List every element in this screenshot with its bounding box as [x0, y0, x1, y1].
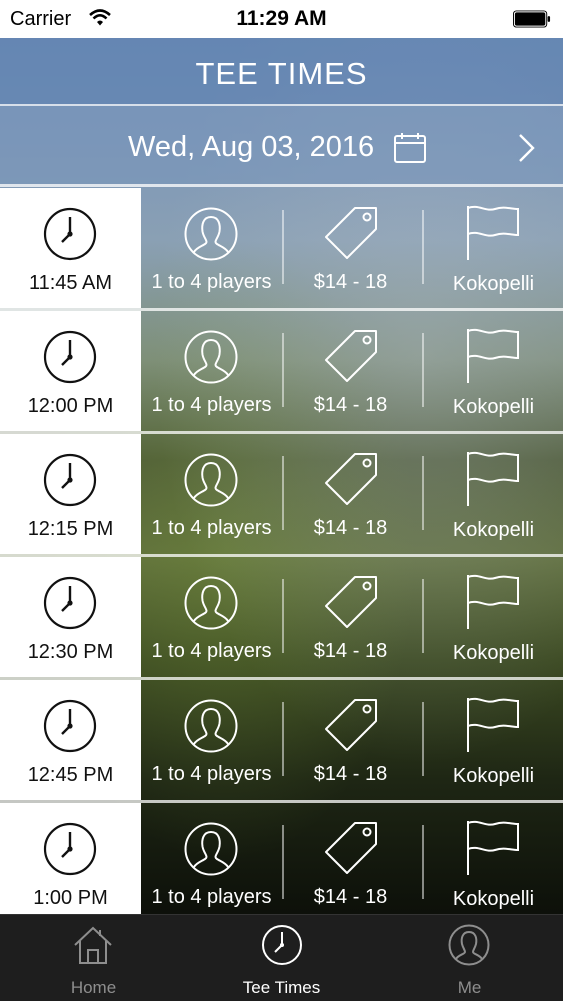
- tee-time-row[interactable]: 11:45 AM 1 to 4 players $14 - 18 Kokopelli: [0, 188, 563, 308]
- price-cell[interactable]: $14 - 18: [284, 434, 417, 554]
- course-label: Kokopelli: [452, 396, 535, 418]
- nav-header: TEE TIMES: [0, 38, 563, 104]
- price-label: $14 - 18: [313, 886, 388, 908]
- players-label: 1 to 4 players: [151, 886, 272, 908]
- players-cell[interactable]: 1 to 4 players: [141, 680, 282, 800]
- course-cell[interactable]: Kokopelli: [424, 680, 563, 800]
- tab-tee-times[interactable]: Tee Times: [188, 915, 375, 1001]
- course-label: Kokopelli: [452, 888, 535, 910]
- user-icon: [184, 207, 238, 261]
- clock-icon: [43, 576, 97, 630]
- tab-tee-times-label: Tee Times: [242, 978, 321, 997]
- tee-time-row[interactable]: 12:15 PM 1 to 4 players $14 - 18 Kokopelli: [0, 434, 563, 554]
- price-tag-icon: [325, 699, 377, 751]
- price-label: $14 - 18: [313, 394, 388, 416]
- date-selector[interactable]: Wed, Aug 03, 2016: [0, 106, 563, 184]
- user-icon: [184, 453, 238, 507]
- players-label: 1 to 4 players: [151, 763, 272, 785]
- tee-time-label: 12:45 PM: [27, 764, 114, 786]
- clock-icon: [43, 822, 97, 876]
- price-tag-icon: [325, 330, 377, 382]
- players-label: 1 to 4 players: [151, 640, 272, 662]
- user-icon: [184, 330, 238, 384]
- price-label: $14 - 18: [313, 763, 388, 785]
- clock-icon: [43, 453, 97, 507]
- home-icon: [74, 926, 112, 964]
- clock-icon: [43, 699, 97, 753]
- course-cell[interactable]: Kokopelli: [424, 557, 563, 677]
- tee-time-row[interactable]: 12:30 PM 1 to 4 players $14 - 18 Kokopelli: [0, 557, 563, 677]
- tab-home-label: Home: [70, 978, 117, 997]
- price-tag-icon: [325, 576, 377, 628]
- date-divider: [0, 184, 563, 187]
- price-tag-icon: [325, 822, 377, 874]
- tee-time-label: 1:00 PM: [33, 887, 108, 909]
- price-cell[interactable]: $14 - 18: [284, 311, 417, 431]
- players-cell[interactable]: 1 to 4 players: [141, 188, 282, 308]
- tee-time-label: 12:00 PM: [27, 395, 114, 417]
- user-icon: [184, 822, 238, 876]
- tab-home[interactable]: Home: [0, 915, 187, 1001]
- players-label: 1 to 4 players: [151, 271, 272, 293]
- tee-time-row[interactable]: 12:00 PM 1 to 4 players $14 - 18 Kokopelli: [0, 311, 563, 431]
- flag-icon: [467, 574, 519, 629]
- tab-me[interactable]: Me: [376, 915, 563, 1001]
- course-cell[interactable]: Kokopelli: [424, 434, 563, 554]
- course-label: Kokopelli: [452, 519, 535, 541]
- course-cell[interactable]: Kokopelli: [424, 311, 563, 431]
- page-title: TEE TIMES: [195, 56, 368, 91]
- course-cell[interactable]: Kokopelli: [424, 803, 563, 923]
- time-cell[interactable]: 12:00 PM: [0, 311, 141, 431]
- clock-icon: [43, 330, 97, 384]
- players-cell[interactable]: 1 to 4 players: [141, 557, 282, 677]
- tee-time-label: 12:15 PM: [27, 518, 114, 540]
- price-cell[interactable]: $14 - 18: [284, 188, 417, 308]
- price-cell[interactable]: $14 - 18: [284, 557, 417, 677]
- clock-icon: [43, 207, 97, 261]
- tab-bar: Home Tee Times Me: [0, 914, 563, 1001]
- tee-time-label: 11:45 AM: [28, 272, 113, 294]
- players-label: 1 to 4 players: [151, 517, 272, 539]
- price-label: $14 - 18: [313, 517, 388, 539]
- price-tag-icon: [325, 453, 377, 505]
- players-label: 1 to 4 players: [151, 394, 272, 416]
- course-label: Kokopelli: [452, 642, 535, 664]
- flag-icon: [467, 697, 519, 752]
- time-cell[interactable]: 12:45 PM: [0, 680, 141, 800]
- players-cell[interactable]: 1 to 4 players: [141, 311, 282, 431]
- tee-time-label: 12:30 PM: [27, 641, 114, 663]
- user-icon: [184, 699, 238, 753]
- price-label: $14 - 18: [313, 640, 388, 662]
- flag-icon: [467, 451, 519, 506]
- selected-date[interactable]: Wed, Aug 03, 2016: [128, 131, 374, 164]
- price-cell[interactable]: $14 - 18: [284, 680, 417, 800]
- flag-icon: [467, 820, 519, 875]
- tee-time-row[interactable]: 1:00 PM 1 to 4 players $14 - 18 Kokopelli: [0, 803, 563, 923]
- time-cell[interactable]: 11:45 AM: [0, 188, 141, 308]
- user-icon: [184, 576, 238, 630]
- chevron-right-icon[interactable]: [516, 132, 538, 164]
- calendar-icon[interactable]: [393, 132, 427, 164]
- players-cell[interactable]: 1 to 4 players: [141, 803, 282, 923]
- course-cell[interactable]: Kokopelli: [424, 188, 563, 308]
- tab-me-label: Me: [457, 978, 482, 997]
- time-cell[interactable]: 12:30 PM: [0, 557, 141, 677]
- flag-icon: [467, 205, 519, 260]
- status-time: 11:29 AM: [236, 7, 327, 30]
- clock-icon: [262, 925, 302, 965]
- tee-time-row[interactable]: 12:45 PM 1 to 4 players $14 - 18 Kokopelli: [0, 680, 563, 800]
- price-label: $14 - 18: [313, 271, 388, 293]
- time-cell[interactable]: 12:15 PM: [0, 434, 141, 554]
- course-label: Kokopelli: [452, 273, 535, 295]
- flag-icon: [467, 328, 519, 383]
- course-label: Kokopelli: [452, 765, 535, 787]
- price-cell[interactable]: $14 - 18: [284, 803, 417, 923]
- user-icon: [448, 924, 490, 966]
- status-bar: Carrier 11:29 AM: [0, 0, 563, 38]
- players-cell[interactable]: 1 to 4 players: [141, 434, 282, 554]
- price-tag-icon: [325, 207, 377, 259]
- time-cell[interactable]: 1:00 PM: [0, 803, 141, 923]
- battery-icon: [513, 10, 551, 28]
